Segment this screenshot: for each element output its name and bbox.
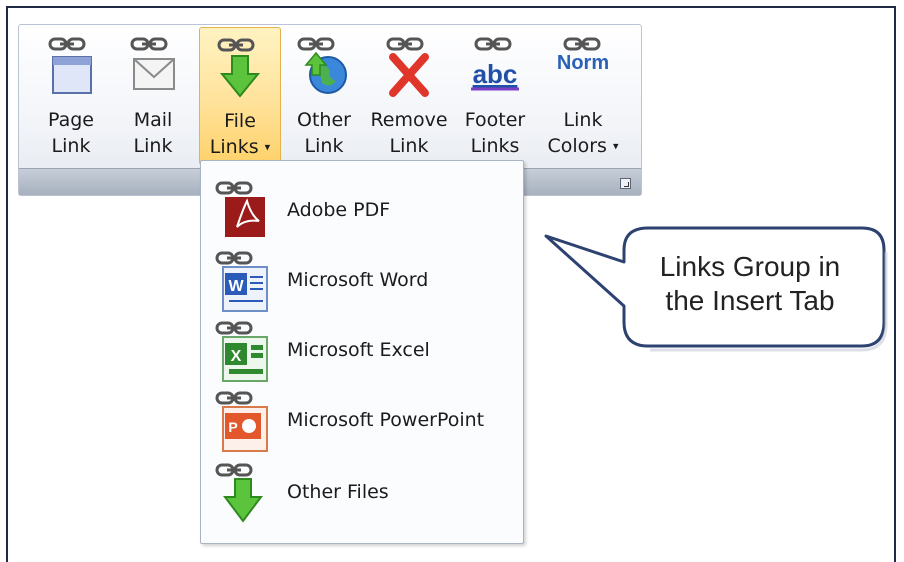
callout-text: Links Group in the Insert Tab (630, 250, 870, 318)
callout-line-1: Links Group in (659, 251, 841, 282)
callout-line-2: the Insert Tab (665, 285, 835, 316)
